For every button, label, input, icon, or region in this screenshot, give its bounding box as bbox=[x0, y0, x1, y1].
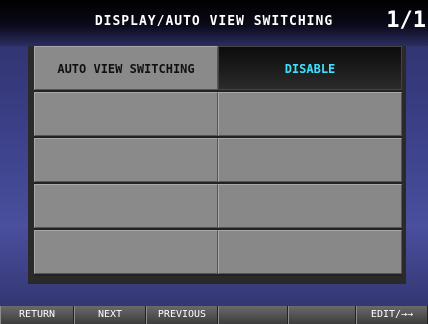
setting-value bbox=[219, 93, 401, 137]
setting-label-cell: AUTO VIEW SWITCHING bbox=[34, 46, 218, 90]
setting-label bbox=[35, 185, 217, 229]
settings-row bbox=[34, 92, 402, 138]
setting-label bbox=[35, 93, 217, 137]
setting-value-cell bbox=[218, 92, 402, 136]
setting-value: DISABLE bbox=[284, 62, 336, 76]
setting-label: AUTO VIEW SWITCHING bbox=[57, 62, 195, 76]
setting-value bbox=[219, 139, 401, 183]
previous-button[interactable]: PREVIOUS bbox=[146, 306, 218, 324]
settings-grid: AUTO VIEW SWITCHING DISABLE bbox=[34, 46, 402, 276]
setting-label-cell bbox=[34, 92, 218, 136]
setting-value bbox=[219, 231, 401, 275]
setting-label-cell bbox=[34, 138, 218, 182]
setting-label-cell bbox=[34, 184, 218, 228]
setting-value-cell bbox=[218, 138, 402, 182]
next-button[interactable]: NEXT bbox=[74, 306, 146, 324]
setting-value bbox=[219, 185, 401, 229]
return-button[interactable]: RETURN bbox=[0, 306, 74, 324]
setting-value-cell bbox=[218, 184, 402, 228]
settings-row bbox=[34, 230, 402, 276]
settings-row[interactable]: AUTO VIEW SWITCHING DISABLE bbox=[34, 46, 402, 92]
setting-label bbox=[35, 231, 217, 275]
function-key-blank-1[interactable] bbox=[218, 306, 288, 324]
page-indicator: 1/1 bbox=[386, 8, 426, 33]
setting-value-cell bbox=[218, 230, 402, 274]
edit-button[interactable]: EDIT/→→ bbox=[356, 306, 428, 324]
title-bar: DISPLAY/AUTO VIEW SWITCHING 1/1 bbox=[0, 0, 428, 46]
settings-row bbox=[34, 184, 402, 230]
settings-row bbox=[34, 138, 402, 184]
function-key-blank-2[interactable] bbox=[288, 306, 356, 324]
setting-label-cell bbox=[34, 230, 218, 274]
page-title: DISPLAY/AUTO VIEW SWITCHING bbox=[94, 14, 334, 29]
setting-value-cell[interactable]: DISABLE bbox=[218, 46, 402, 90]
setting-label bbox=[35, 139, 217, 183]
